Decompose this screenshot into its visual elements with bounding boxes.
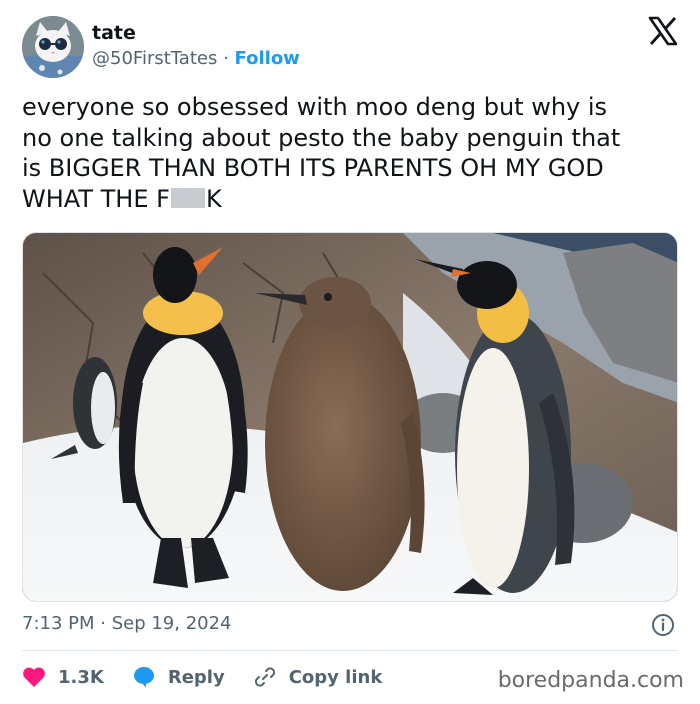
avatar[interactable] [22, 16, 84, 78]
link-icon [254, 667, 275, 687]
handle-row: @50FirstTates · Follow [92, 47, 300, 71]
copy-link-button[interactable]: Copy link [253, 665, 383, 689]
tweet-timestamp[interactable]: 7:13 PM · Sep 19, 2024 [22, 612, 232, 636]
divider [22, 650, 678, 651]
heart-icon [23, 667, 45, 687]
separator-dot: · [223, 48, 229, 69]
reply-label: Reply [167, 666, 225, 688]
follow-button[interactable]: Follow [235, 48, 300, 69]
x-logo-icon[interactable] [648, 16, 678, 46]
tweet-photo[interactable] [22, 232, 678, 602]
tweet-header: tate @50FirstTates · Follow [22, 16, 682, 78]
tweet-text-end: K [205, 184, 222, 213]
reply-bubble-icon [133, 667, 154, 688]
tweet-text-body: everyone so obsessed with moo deng but w… [22, 93, 621, 213]
cat-avatar-icon [22, 16, 84, 78]
info-icon[interactable] [651, 613, 675, 637]
user-info: tate @50FirstTates · Follow [92, 22, 300, 71]
user-handle[interactable]: @50FirstTates [92, 48, 217, 69]
penguins-photo-icon [23, 233, 677, 601]
action-bar: 1.3K Reply Copy link [22, 662, 410, 692]
redaction-block [170, 187, 205, 208]
like-count: 1.3K [58, 666, 104, 688]
copy-link-label: Copy link [288, 666, 383, 688]
reply-button[interactable]: Reply [132, 665, 225, 689]
watermark: boredpanda.com [497, 668, 684, 693]
tweet-text: everyone so obsessed with moo deng but w… [22, 92, 682, 214]
display-name[interactable]: tate [92, 22, 300, 44]
like-button[interactable]: 1.3K [22, 666, 104, 688]
